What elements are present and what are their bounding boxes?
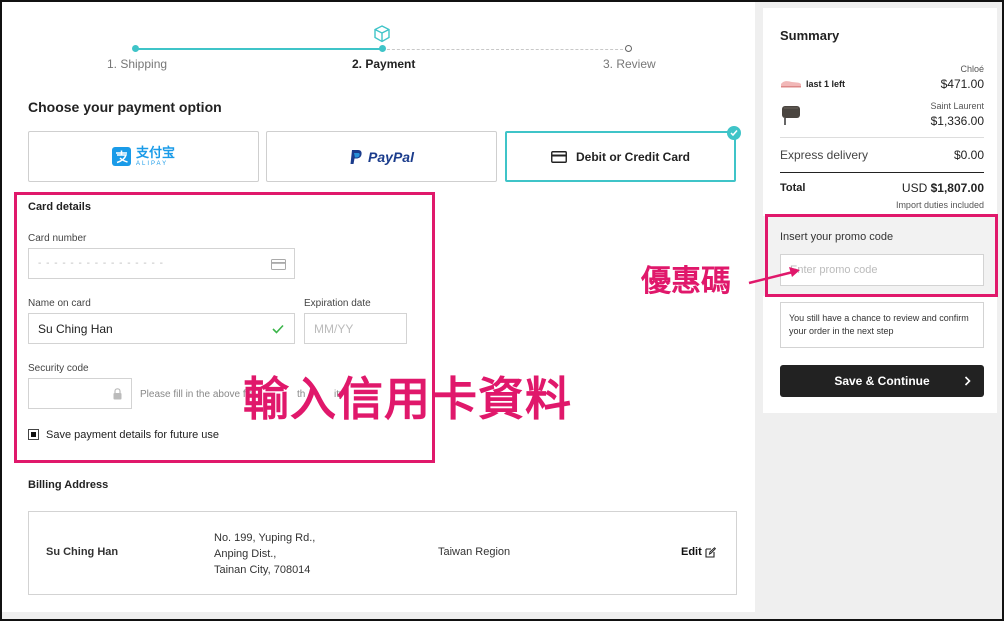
screenshot-frame [0,0,1004,621]
